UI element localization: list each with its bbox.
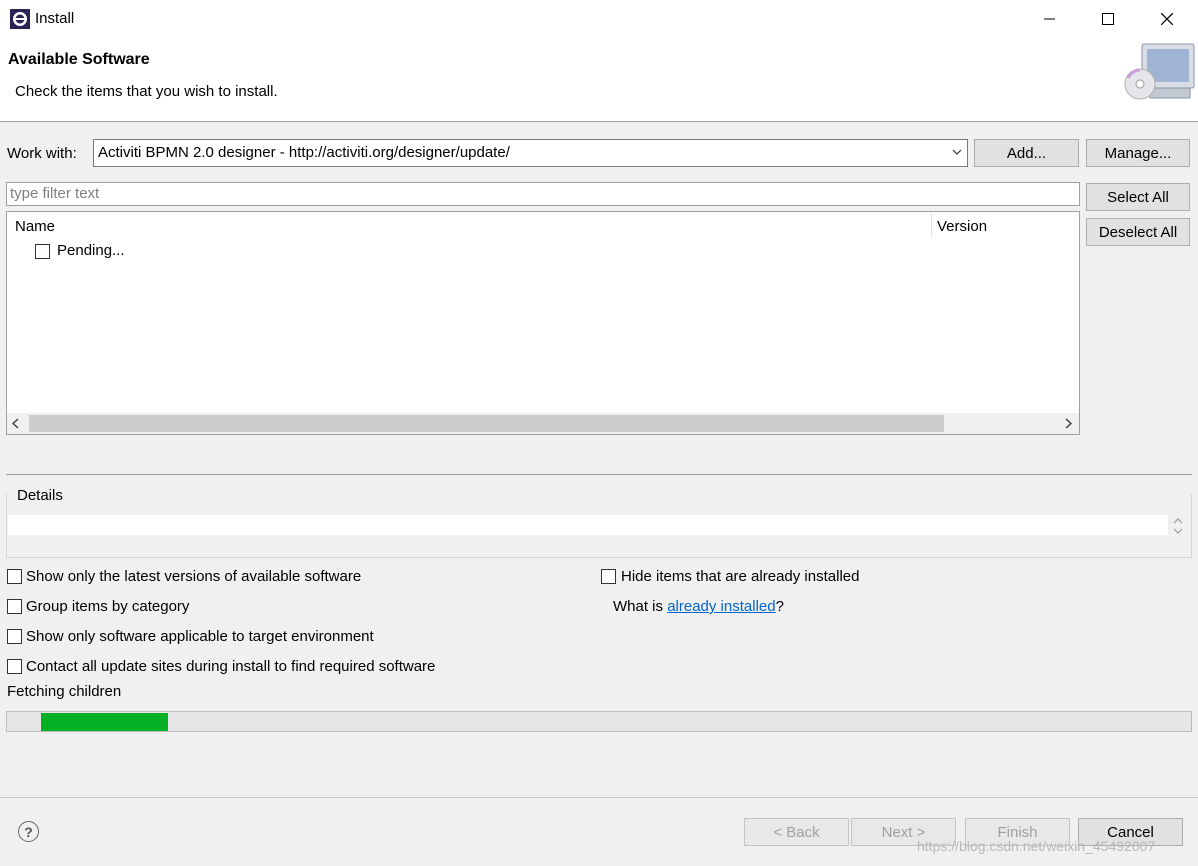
- window-title: Install: [35, 10, 75, 27]
- latest-versions-checkbox[interactable]: [7, 569, 22, 584]
- horizontal-scrollbar[interactable]: [7, 413, 1079, 434]
- footer-divider: [0, 797, 1198, 798]
- help-icon[interactable]: ?: [18, 821, 39, 842]
- add-button[interactable]: Add...: [974, 139, 1079, 167]
- pending-checkbox[interactable]: [35, 244, 50, 259]
- divider: [6, 474, 1192, 475]
- what-is-prefix: What is: [613, 598, 668, 615]
- what-is-suffix: ?: [775, 598, 784, 615]
- wizard-banner: Available Software Check the items that …: [0, 38, 1198, 122]
- contact-sites-label[interactable]: Contact all update sites during install …: [26, 658, 435, 675]
- close-button[interactable]: [1138, 0, 1196, 38]
- hide-installed-label[interactable]: Hide items that are already installed: [621, 568, 859, 585]
- work-with-value: Activiti BPMN 2.0 designer - http://acti…: [98, 144, 510, 161]
- deselect-all-button[interactable]: Deselect All: [1086, 218, 1190, 246]
- filter-input[interactable]: type filter text: [6, 182, 1080, 206]
- chevron-down-icon: [952, 149, 962, 155]
- details-label: Details: [15, 487, 65, 504]
- details-text: [8, 515, 1168, 535]
- select-all-button[interactable]: Select All: [1086, 183, 1190, 211]
- column-header-name[interactable]: Name: [15, 218, 55, 235]
- eclipse-gear-icon: [10, 9, 30, 29]
- chevron-right-icon[interactable]: [1063, 418, 1073, 429]
- manage-button[interactable]: Manage...: [1086, 139, 1190, 167]
- what-is-installed-text: What is already installed?: [613, 598, 784, 615]
- minimize-button[interactable]: [1021, 0, 1079, 38]
- applicable-only-label[interactable]: Show only software applicable to target …: [26, 628, 374, 645]
- minimize-icon: [1044, 18, 1055, 20]
- hide-installed-checkbox[interactable]: [601, 569, 616, 584]
- work-with-label: Work with:: [7, 145, 77, 162]
- group-by-category-label[interactable]: Group items by category: [26, 598, 189, 615]
- progress-fill: [41, 713, 168, 731]
- close-icon: [1161, 13, 1173, 25]
- progress-bar: [6, 711, 1192, 732]
- column-divider: [931, 212, 932, 238]
- work-with-combo[interactable]: Activiti BPMN 2.0 designer - http://acti…: [93, 139, 968, 167]
- filter-placeholder: type filter text: [10, 185, 100, 202]
- contact-sites-checkbox[interactable]: [7, 659, 22, 674]
- group-by-category-checkbox[interactable]: [7, 599, 22, 614]
- latest-versions-label[interactable]: Show only the latest versions of availab…: [26, 568, 361, 585]
- maximize-button[interactable]: [1079, 0, 1137, 38]
- maximize-icon: [1102, 13, 1114, 25]
- applicable-only-checkbox[interactable]: [7, 629, 22, 644]
- status-text: Fetching children: [7, 683, 122, 700]
- back-button[interactable]: < Back: [744, 818, 849, 846]
- already-installed-link[interactable]: already installed: [667, 598, 775, 615]
- software-tree-table[interactable]: Name Version Pending...: [6, 211, 1080, 435]
- watermark-text: https://blog.csdn.net/weixin_45492007: [917, 838, 1156, 854]
- scrollbar-thumb[interactable]: [29, 415, 944, 432]
- spinner-arrows-icon[interactable]: [1170, 515, 1186, 537]
- page-title: Available Software: [8, 51, 150, 68]
- tree-item-label[interactable]: Pending...: [57, 242, 125, 259]
- chevron-left-icon[interactable]: [11, 418, 21, 429]
- page-subtitle: Check the items that you wish to install…: [15, 83, 278, 100]
- column-header-version[interactable]: Version: [937, 218, 987, 235]
- computer-cd-icon: [1124, 43, 1195, 100]
- title-bar: Install: [0, 0, 1198, 38]
